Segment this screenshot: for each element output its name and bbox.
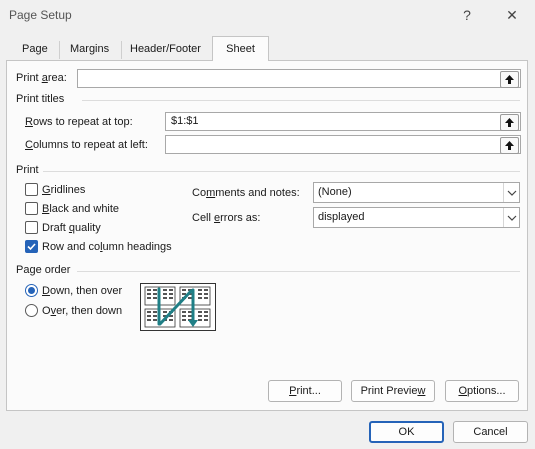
over-then-down-label[interactable]: Over, then down — [42, 305, 122, 317]
print-heading: Print — [16, 164, 39, 176]
black-white-checkbox[interactable] — [25, 202, 38, 215]
checkmark-icon — [27, 243, 36, 251]
print-area-label: Print area: — [16, 72, 67, 84]
collapse-arrow-icon — [505, 118, 514, 127]
row-column-headings-label[interactable]: Row and column headings — [42, 241, 172, 253]
print-button[interactable]: Print... — [268, 380, 342, 402]
over-then-down-radio[interactable] — [25, 304, 38, 317]
cols-repeat-input[interactable] — [165, 135, 521, 154]
comments-select[interactable]: (None) — [313, 182, 520, 203]
page-order-diagram-icon — [144, 286, 211, 328]
collapse-arrow-icon — [505, 141, 514, 150]
divider — [43, 171, 520, 172]
draft-quality-label[interactable]: Draft quality — [42, 222, 101, 234]
black-white-label[interactable]: Black and white — [42, 203, 119, 215]
sheet-panel: Print area: Print titles Rows to repeat … — [6, 60, 528, 411]
tab-header-footer[interactable]: Header/Footer — [122, 40, 209, 60]
tab-page[interactable]: Page — [14, 40, 56, 60]
rows-repeat-collapse-button[interactable] — [500, 114, 519, 131]
tab-separator — [59, 41, 60, 59]
print-area-collapse-button[interactable] — [500, 71, 519, 88]
down-then-over-radio[interactable] — [25, 284, 38, 297]
page-order-preview — [140, 283, 216, 331]
cols-repeat-label: Columns to repeat at left: — [25, 139, 148, 151]
rows-repeat-input[interactable]: $1:$1 — [165, 112, 521, 131]
rows-repeat-label: Rows to repeat at top: — [25, 116, 133, 128]
chevron-down-icon — [503, 183, 519, 202]
print-preview-button[interactable]: Print Preview — [351, 380, 435, 402]
chevron-down-icon — [503, 208, 519, 227]
ok-button[interactable]: OK — [369, 421, 444, 443]
tab-sheet[interactable]: Sheet — [212, 36, 269, 61]
cancel-button[interactable]: Cancel — [453, 421, 528, 443]
help-button[interactable]: ? — [452, 2, 482, 28]
comments-label: Comments and notes: — [192, 187, 300, 199]
print-area-input[interactable] — [77, 69, 521, 88]
options-button[interactable]: Options... — [445, 380, 519, 402]
print-titles-heading: Print titles — [16, 93, 65, 105]
draft-quality-checkbox[interactable] — [25, 221, 38, 234]
tab-margins[interactable]: Margins — [62, 40, 117, 60]
gridlines-label[interactable]: Gridlines — [42, 184, 85, 196]
cell-errors-select[interactable]: displayed — [313, 207, 520, 228]
down-then-over-label[interactable]: Down, then over — [42, 285, 122, 297]
close-button[interactable]: ✕ — [497, 2, 527, 28]
divider — [82, 100, 520, 101]
cols-repeat-collapse-button[interactable] — [500, 137, 519, 154]
collapse-arrow-icon — [505, 75, 514, 84]
dialog-title: Page Setup — [9, 8, 72, 22]
page-order-heading: Page order — [16, 264, 71, 276]
divider — [77, 271, 520, 272]
row-column-headings-checkbox[interactable] — [25, 240, 38, 253]
cell-errors-label: Cell errors as: — [192, 212, 261, 224]
gridlines-checkbox[interactable] — [25, 183, 38, 196]
